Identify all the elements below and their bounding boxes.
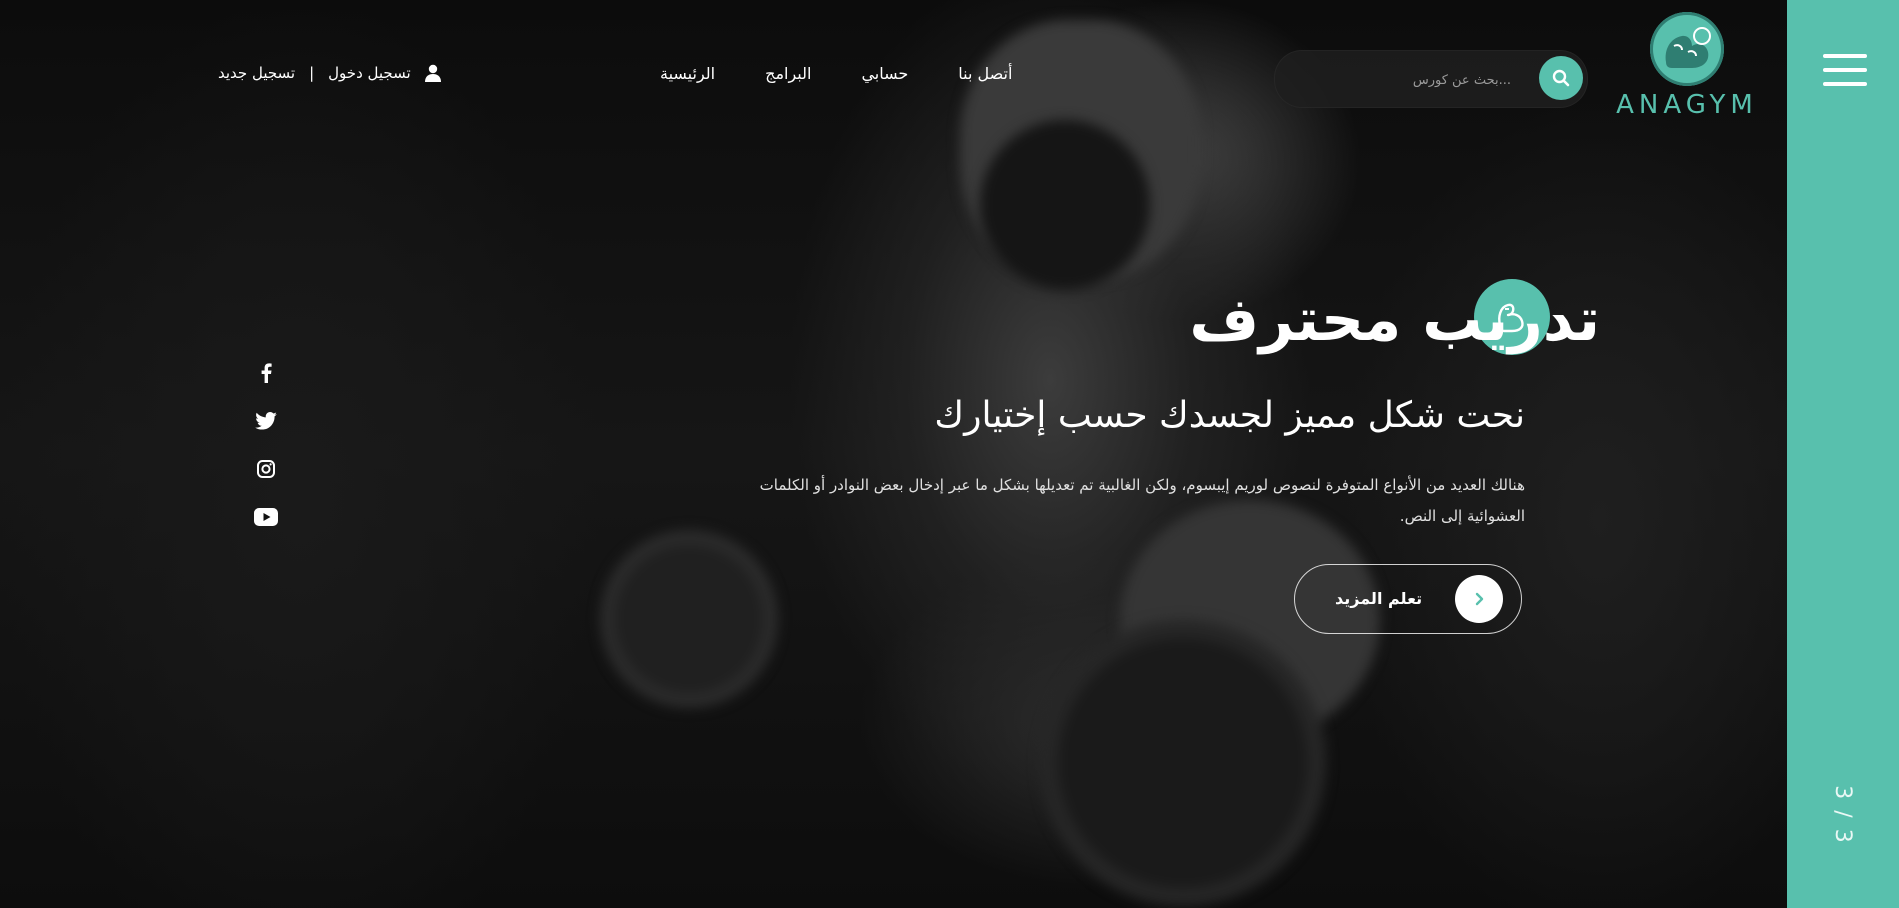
auth-separator: | — [309, 64, 315, 82]
search-input[interactable] — [1299, 51, 1513, 109]
hero-photo-plate-small — [600, 530, 778, 708]
nav-item-account[interactable]: حسابي — [861, 64, 908, 83]
brand-logo[interactable]: ANAGYM — [1612, 12, 1762, 127]
hero-description: هنالك العديد من الأنواع المتوفرة لنصوص ل… — [759, 476, 1525, 525]
menu-icon[interactable] — [1823, 52, 1867, 88]
learn-more-button[interactable]: تعلم المزيد — [1294, 564, 1522, 634]
instagram-icon[interactable] — [252, 456, 280, 482]
youtube-icon[interactable] — [252, 504, 280, 530]
dumbbell-logo-icon — [1650, 12, 1724, 86]
search-bar — [1274, 50, 1588, 109]
social-links — [252, 360, 280, 530]
chevron-left-icon — [1455, 575, 1503, 623]
login-link[interactable]: تسجيل دخول — [328, 64, 411, 82]
nav-item-programs[interactable]: البرامج — [765, 64, 811, 83]
brand-name: ANAGYM — [1616, 90, 1758, 120]
register-link[interactable]: تسجيل جديد — [218, 64, 295, 82]
hero-subtitle: نحت شكل مميز لجسدك حسب إختيارك — [934, 395, 1525, 436]
learn-more-label: تعلم المزيد — [1335, 589, 1423, 608]
twitter-icon[interactable] — [252, 408, 280, 434]
search-icon — [1552, 69, 1570, 87]
nav-item-home[interactable]: الرئيسية — [660, 64, 715, 83]
hero-photo-plate — [1040, 620, 1326, 906]
hero-title: تدريب محترف — [1189, 285, 1600, 355]
hero-photo-shadow — [980, 120, 1150, 290]
auth-links: تسجيل جديد | تسجيل دخول — [218, 64, 441, 82]
nav-item-contact[interactable]: أتصل بنا — [958, 64, 1012, 83]
main-nav: الرئيسية البرامج حسابي أتصل بنا — [660, 64, 1012, 83]
user-icon[interactable] — [424, 64, 441, 82]
slide-pager: 3 / 3 — [1830, 785, 1856, 845]
facebook-icon[interactable] — [252, 360, 280, 386]
right-sidebar: 3 / 3 — [1787, 0, 1899, 908]
search-button[interactable] — [1539, 56, 1583, 100]
